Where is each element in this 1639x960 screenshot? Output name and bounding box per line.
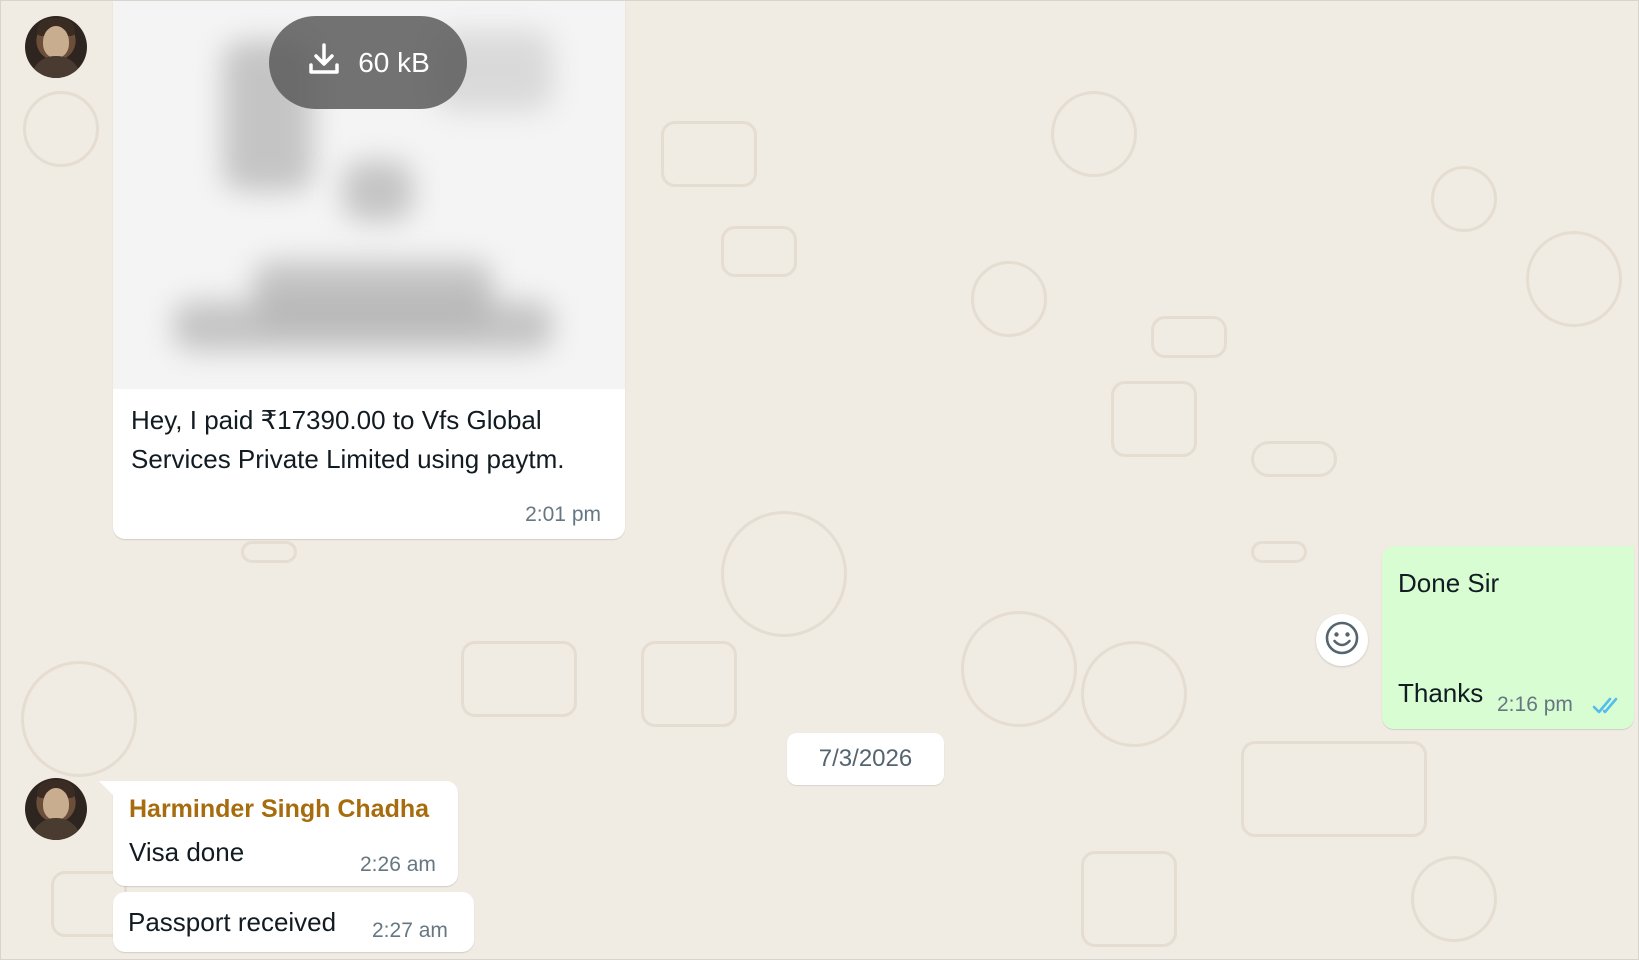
message-time: 2:27 am (372, 919, 448, 942)
download-size: 60 kB (358, 46, 430, 78)
incoming-message-bubble[interactable]: Harminder Singh Chadha Visa done 2:26 am (99, 781, 458, 886)
download-icon (306, 41, 342, 84)
emoji-icon (1324, 620, 1360, 661)
message-text: Visa done (129, 837, 245, 867)
message-time: 2:01 pm (525, 503, 601, 526)
message-time: 2:16 pm (1497, 693, 1573, 716)
message-text: Hey, I paid ₹17390.00 to Vfs Global Serv… (131, 405, 565, 474)
double-check-icon (1592, 696, 1624, 721)
date-separator: 7/3/2026 (787, 733, 944, 785)
sender-name[interactable]: Harminder Singh Chadha (129, 795, 429, 824)
react-button[interactable] (1316, 614, 1368, 666)
message-time: 2:26 am (360, 853, 436, 876)
image-preview[interactable]: 60 kB (113, 1, 625, 389)
message-text: Passport received (128, 907, 337, 937)
message-text: Thanks (1398, 678, 1484, 708)
avatar[interactable] (25, 778, 87, 840)
image-message-bubble[interactable]: 60 kB Hey, I paid ₹17390.00 to Vfs Globa… (113, 1, 625, 539)
incoming-message-bubble[interactable]: Passport received 2:27 am (113, 892, 474, 952)
outgoing-message-bubble[interactable]: Done Sir Thanks 2:16 pm (1382, 546, 1634, 729)
chat-area: 60 kB Hey, I paid ₹17390.00 to Vfs Globa… (0, 0, 1639, 960)
download-button[interactable]: 60 kB (269, 16, 467, 109)
message-text: Done Sir (1398, 568, 1500, 598)
avatar[interactable] (25, 16, 87, 78)
